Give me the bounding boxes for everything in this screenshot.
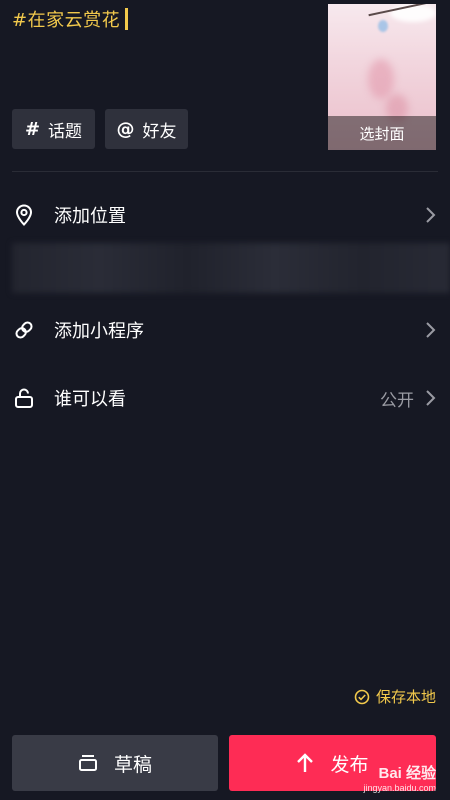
baidu-jingyan-watermark: Bai 经验 jingyan.baidu.com: [363, 765, 436, 794]
unlock-icon: [15, 388, 33, 408]
add-mini-program-row[interactable]: 添加小程序: [0, 306, 450, 354]
topic-button[interactable]: # 话题: [12, 109, 95, 149]
add-mini-program-label: 添加小程序: [54, 321, 144, 342]
chevron-right-icon: [426, 322, 436, 338]
link-icon: [15, 321, 33, 339]
section-divider: [12, 171, 438, 172]
upload-arrow-icon: [297, 753, 314, 772]
mention-friend-button[interactable]: @ 好友: [105, 109, 188, 149]
check-circle-icon: [354, 689, 370, 704]
caption-text: #在家云赏花: [12, 10, 121, 31]
select-cover-label[interactable]: 选封面: [328, 116, 436, 150]
text-cursor: [125, 8, 129, 30]
mention-friend-label: 好友: [142, 121, 177, 142]
draft-button[interactable]: 草稿: [12, 735, 218, 791]
caption-input[interactable]: #在家云赏花: [12, 6, 129, 32]
add-location-row[interactable]: 添加位置: [0, 191, 450, 239]
watermark-url: jingyan.baidu.com: [363, 783, 436, 793]
cover-image-detail: [378, 20, 388, 32]
location-pin-icon: [15, 204, 33, 226]
draft-box-icon: [78, 755, 97, 771]
location-suggestions-blurred: [12, 243, 450, 293]
at-icon: @: [116, 118, 135, 140]
topic-button-label: 话题: [48, 121, 83, 142]
visibility-value: 公开: [380, 390, 414, 411]
save-local-toggle[interactable]: 保存本地: [354, 686, 436, 707]
cover-thumbnail[interactable]: 选封面: [328, 4, 436, 150]
add-location-label: 添加位置: [54, 206, 126, 227]
hashtag-icon: #: [24, 118, 41, 140]
draft-button-label: 草稿: [113, 753, 152, 776]
chevron-right-icon: [426, 390, 436, 406]
visibility-row[interactable]: 谁可以看 公开: [0, 374, 450, 422]
chevron-right-icon: [426, 207, 436, 223]
watermark-brand: Bai 经验: [378, 765, 436, 782]
visibility-label: 谁可以看: [54, 389, 126, 410]
cover-image-blossom: [368, 59, 394, 99]
save-local-label: 保存本地: [375, 688, 436, 706]
